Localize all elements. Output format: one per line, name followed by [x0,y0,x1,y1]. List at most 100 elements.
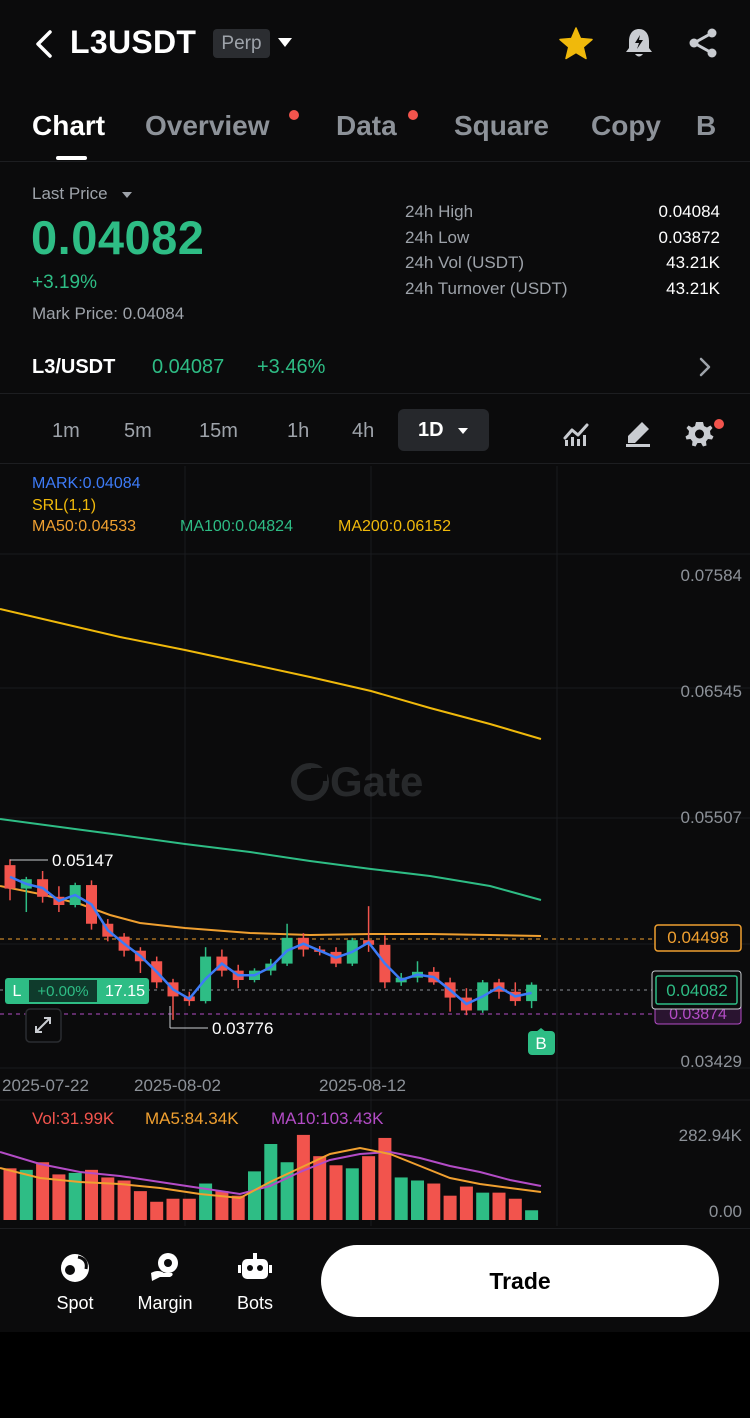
top-tabs: Chart Overview Data Square Copy B [0,100,750,162]
nav-bots[interactable]: Bots [220,1251,290,1314]
timeframe-1h[interactable]: 1h [287,420,309,443]
bottom-bar: Spot Margin Bots Trade [0,1228,750,1332]
volume-bar [3,1168,17,1220]
buy-marker[interactable]: B [528,1028,555,1055]
stat-label: 24h Low [405,227,470,247]
back-arrow-icon[interactable] [30,26,60,62]
volume-bar [231,1195,245,1220]
timeframe-5m[interactable]: 5m [124,420,152,443]
volume-axis-top: 282.94K [679,1126,743,1145]
share-icon[interactable] [686,26,720,60]
margin-icon [151,1253,178,1281]
stat-label: 24h Vol (USDT) [405,253,525,272]
spot-price: 0.04087 [152,356,225,378]
ma50-tag-text: 0.04498 [667,928,728,947]
volume-bar [117,1180,131,1220]
date-axis-label: 2025-07-22 [2,1076,89,1095]
trade-button[interactable]: Trade [321,1245,719,1317]
watermark-text: Gate [330,758,423,805]
volume-bar [329,1165,343,1220]
spot-market-row[interactable]: L3/USDT 0.04087 +3.46% [0,340,750,394]
stat-value: 0.03872 [658,227,720,247]
candle-body [4,865,16,889]
draw-tool-icon[interactable] [623,418,653,448]
timeframe-4h[interactable]: 4h [352,420,374,443]
timeframe-1d-selected[interactable]: 1D [398,409,489,451]
notification-dot [408,110,418,120]
nav-margin-label: Margin [137,1293,193,1313]
stat-value: 43.21K [666,253,720,272]
stats-panel: 24h High 0.04084 24h Low 0.03872 24h Vol… [405,200,720,302]
stat-row: 24h Low 0.03872 [405,226,720,252]
tab-chart[interactable]: Chart [32,110,105,142]
last-price-label[interactable]: Last Price [32,184,108,204]
chevron-down-icon[interactable] [278,38,292,47]
volume-bar [248,1171,261,1220]
buy-marker-text: B [535,1034,546,1053]
timeframe-1m[interactable]: 1m [52,420,80,443]
spot-change-percent: +3.46% [257,356,326,378]
app-root: L3USDT Perp Chart Overview Data Square C… [0,0,750,1332]
volume-bar [378,1137,392,1220]
bots-icon [238,1253,272,1279]
volume-bar [36,1162,50,1220]
position-pnl: +0.00% [37,983,88,1000]
volume-bar [166,1198,180,1220]
perp-badge: Perp [213,29,270,58]
volume-bar [362,1156,376,1220]
chevron-down-icon[interactable] [122,192,132,198]
volume-bar [394,1177,408,1220]
chart-area[interactable]: MARK:0.04084 SRL(1,1) MA50:0.04533 MA100… [0,466,750,1226]
last-price-tag: 0.04082 [651,970,742,1010]
stat-row: 24h High 0.04084 [405,200,720,226]
mark-price-value: 0.04084 [122,304,185,323]
volume-bar [476,1192,490,1220]
tab-more[interactable]: B [696,110,716,142]
tab-data[interactable]: Data [336,110,397,142]
stat-row: 24h Vol (USDT) 43.21K [405,251,720,277]
star-icon[interactable] [558,26,594,60]
volume-bar [150,1201,164,1220]
notification-dot [714,419,724,429]
position-side: L [13,983,22,1000]
stat-label: 24h High [405,202,474,221]
expand-icon[interactable] [25,1008,62,1043]
tab-copy[interactable]: Copy [591,110,661,142]
watermark-logo: Gate [291,758,423,805]
timeframe-15m[interactable]: 15m [199,420,238,443]
nav-bots-label: Bots [236,1293,274,1313]
mark-price-label: Mark Price: [32,304,118,323]
chevron-right-icon[interactable] [697,356,713,378]
bell-alert-icon[interactable] [622,26,656,60]
candlestick-chart[interactable]: Gate 0.07584 0.06545 0.05507 0.03429 0.0… [0,466,750,1226]
price-axis-label: 0.07584 [681,566,742,585]
settings-gear-icon[interactable] [685,418,715,448]
volume-ma10-legend: MA10:103.43K [271,1109,384,1128]
volume-bar [345,1168,359,1220]
volume-bar [508,1198,522,1220]
indicators-icon[interactable] [561,418,591,448]
date-axis-label: 2025-08-02 [134,1076,221,1095]
volume-bar [133,1191,147,1220]
pair-title[interactable]: L3USDT [70,24,196,61]
position-tag[interactable]: L +0.00% 17.15 [5,978,149,1004]
system-bar-area [0,1332,750,1418]
tab-square[interactable]: Square [454,110,549,142]
stat-label: 24h Turnover (USDT) [405,278,568,298]
price-axis-label: 0.03429 [681,1052,742,1071]
ma50-price-tag: 0.04498 [654,924,742,952]
stat-row: 24h Turnover (USDT) 43.21K [405,277,720,303]
price-change-percent: +3.19% [32,272,97,293]
ma50-line [0,885,542,937]
nav-spot[interactable]: Spot [40,1251,110,1314]
spot-icon [61,1254,89,1282]
last-tag-text: 0.04082 [666,981,727,1000]
spot-pair: L3/USDT [32,356,116,378]
tab-overview[interactable]: Overview [145,110,270,142]
top-bar: L3USDT Perp [0,0,750,88]
volume-ma5-legend: MA5:84.34K [145,1109,239,1128]
stat-value: 0.04084 [658,202,720,221]
nav-margin[interactable]: Margin [130,1251,200,1314]
volume-bar [459,1186,473,1220]
price-axis-label: 0.06545 [681,682,742,701]
